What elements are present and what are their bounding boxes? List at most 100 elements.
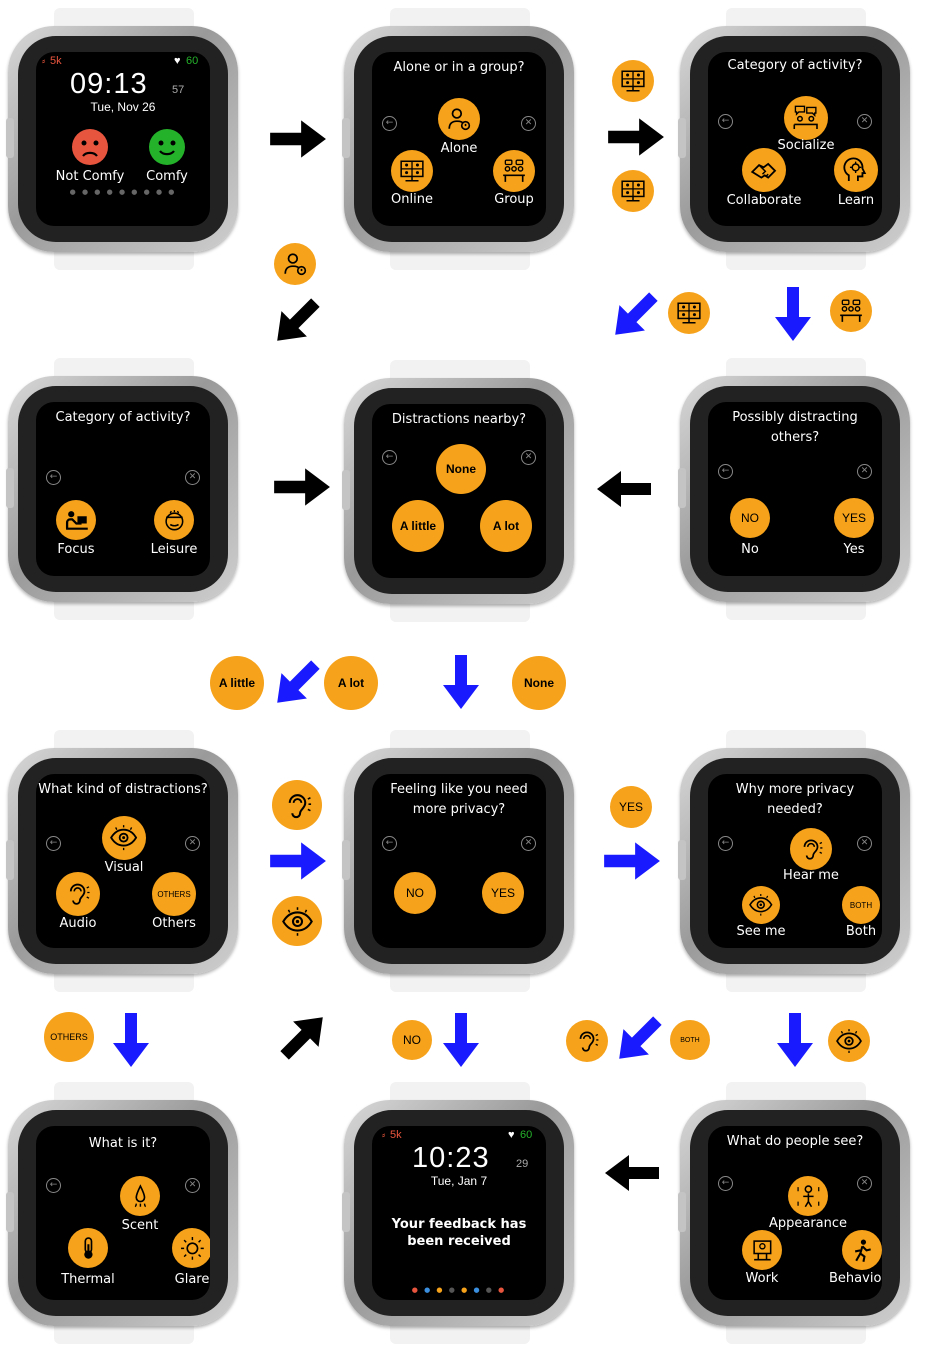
question-text: Distractions nearby? <box>391 412 527 427</box>
online-button[interactable] <box>391 150 433 192</box>
watch-side-button[interactable] <box>6 1192 14 1232</box>
close-x-icon[interactable]: ✕ <box>857 114 872 129</box>
page-dots: ● ● ● ● ● ● ● ● ● <box>69 188 177 196</box>
back-arrow-icon[interactable]: ← <box>46 470 61 485</box>
online-meeting-icon <box>399 158 425 184</box>
back-arrow-icon[interactable]: ← <box>718 464 733 479</box>
heart-icon: ♥ <box>508 1129 515 1141</box>
watch-bezel: Why more privacy needed? ← ✕ Hear me See… <box>678 748 910 974</box>
work-screen-icon <box>750 1238 775 1263</box>
learn-button[interactable] <box>834 148 878 192</box>
watch-side-button[interactable] <box>6 468 14 508</box>
watch-side-button[interactable] <box>6 118 14 158</box>
watch-frame: Distractions nearby? ← ✕ None A little A… <box>354 388 564 594</box>
yes-button[interactable]: YES <box>482 872 524 914</box>
watch-need-more-privacy: Feeling like you need more privacy? ← ✕ … <box>340 730 580 992</box>
chip-both: BOTH <box>670 1020 710 1060</box>
watch-side-button[interactable] <box>678 1192 686 1232</box>
watch-side-button[interactable] <box>678 840 686 880</box>
watch-frame: ⸗ 5k ♥ 60 09:13 57 Tue, Nov 26 Not Comfy… <box>18 36 228 242</box>
leisure-label: Leisure <box>150 542 198 557</box>
socialize-icon <box>792 104 819 131</box>
others-button[interactable]: OTHERS <box>152 872 196 916</box>
close-x-icon[interactable]: ✕ <box>521 450 536 465</box>
see-me-button[interactable] <box>742 886 780 924</box>
watch-side-button[interactable] <box>342 470 350 510</box>
watch-screen: What is it? ← ✕ Scent Thermal Glare <box>36 1126 210 1300</box>
back-arrow-icon[interactable]: ← <box>382 116 397 131</box>
watch-distracting-others: Possibly distracting others? ← ✕ NO No Y… <box>676 358 916 620</box>
watch-bezel: ⸗ 5k ♥ 60 10:23 29 Tue, Jan 7 Your feedb… <box>342 1100 574 1326</box>
alone-button[interactable] <box>438 98 480 140</box>
watch-category-group: Category of activity? ← ✕ Socialize Coll… <box>676 8 916 270</box>
back-arrow-icon[interactable]: ← <box>718 1176 733 1191</box>
no-button[interactable]: NO <box>394 872 436 914</box>
watch-screen: Feeling like you need more privacy? ← ✕ … <box>372 774 546 948</box>
heart-rate: 60 <box>186 55 199 67</box>
clock-time: 10:23 <box>412 1142 490 1174</box>
close-x-icon[interactable]: ✕ <box>857 464 872 479</box>
watch-bezel: Distractions nearby? ← ✕ None A little A… <box>342 378 574 604</box>
both-button[interactable]: BOTH <box>842 886 880 924</box>
focus-label: Focus <box>57 542 95 557</box>
steps-icon: ⸗ <box>42 56 46 67</box>
yes-button[interactable]: YES <box>834 498 874 538</box>
clock-seconds: 57 <box>172 84 185 96</box>
a-little-button[interactable]: A little <box>392 500 444 552</box>
question-text: What kind of distractions? <box>38 782 208 797</box>
none-button[interactable]: None <box>436 444 486 494</box>
watch-side-button[interactable] <box>678 118 686 158</box>
happy-face-icon[interactable] <box>149 129 185 165</box>
watch-frame: Feeling like you need more privacy? ← ✕ … <box>354 758 564 964</box>
back-arrow-icon[interactable]: ← <box>718 836 733 851</box>
watch-side-button[interactable] <box>678 468 686 508</box>
collaborate-label: Collaborate <box>726 193 802 208</box>
back-arrow-icon[interactable]: ← <box>718 114 733 129</box>
work-button[interactable] <box>742 1230 782 1270</box>
close-x-icon[interactable]: ✕ <box>857 1176 872 1191</box>
appearance-button[interactable] <box>788 1176 828 1216</box>
focus-button[interactable] <box>56 500 96 540</box>
watch-kind-of-distractions: What kind of distractions? ← ✕ Visual Au… <box>4 730 244 992</box>
leisure-button[interactable] <box>154 500 194 540</box>
back-arrow-icon[interactable]: ← <box>382 450 397 465</box>
watch-feedback-received: ⸗ 5k ♥ 60 10:23 29 Tue, Jan 7 Your feedb… <box>340 1082 580 1344</box>
behaviour-button[interactable] <box>842 1230 882 1270</box>
group-button[interactable] <box>493 150 535 192</box>
close-x-icon[interactable]: ✕ <box>521 116 536 131</box>
chip-online-meeting-icon <box>668 292 710 334</box>
watch-bezel: What kind of distractions? ← ✕ Visual Au… <box>6 748 238 974</box>
watch-side-button[interactable] <box>342 118 350 158</box>
back-arrow-icon[interactable]: ← <box>382 836 397 851</box>
visual-button[interactable] <box>102 816 146 860</box>
audio-button[interactable] <box>56 872 100 916</box>
watch-side-button[interactable] <box>6 840 14 880</box>
thermal-button[interactable] <box>68 1228 108 1268</box>
watch-frame: What kind of distractions? ← ✕ Visual Au… <box>18 758 228 964</box>
watch-bezel: Alone or in a group? ← ✕ Alone Online Gr… <box>342 26 574 252</box>
close-x-icon[interactable]: ✕ <box>857 836 872 851</box>
sad-face-icon[interactable] <box>72 129 108 165</box>
close-x-icon[interactable]: ✕ <box>185 836 200 851</box>
hear-me-button[interactable] <box>790 828 832 870</box>
close-x-icon[interactable]: ✕ <box>521 836 536 851</box>
glare-button[interactable] <box>172 1228 210 1268</box>
close-x-icon[interactable]: ✕ <box>185 1178 200 1193</box>
watch-frame: Category of activity? ← ✕ Socialize Coll… <box>690 36 900 242</box>
no-button[interactable]: NO <box>730 498 770 538</box>
alone-label: Alone <box>440 141 478 156</box>
audio-label: Audio <box>59 916 97 931</box>
watch-category-alone: Category of activity? ← ✕ Focus Leisure <box>4 358 244 620</box>
a-lot-button[interactable]: A lot <box>480 500 532 552</box>
collaborate-button[interactable] <box>742 148 786 192</box>
ear-icon <box>64 880 91 907</box>
close-x-icon[interactable]: ✕ <box>185 470 200 485</box>
watch-side-button[interactable] <box>342 840 350 880</box>
socialize-button[interactable] <box>784 96 828 140</box>
chip-eye-icon <box>828 1020 870 1062</box>
back-arrow-icon[interactable]: ← <box>46 836 61 851</box>
watch-screen: Possibly distracting others? ← ✕ NO No Y… <box>708 402 882 576</box>
scent-button[interactable] <box>120 1176 160 1216</box>
watch-side-button[interactable] <box>342 1192 350 1232</box>
back-arrow-icon[interactable]: ← <box>46 1178 61 1193</box>
